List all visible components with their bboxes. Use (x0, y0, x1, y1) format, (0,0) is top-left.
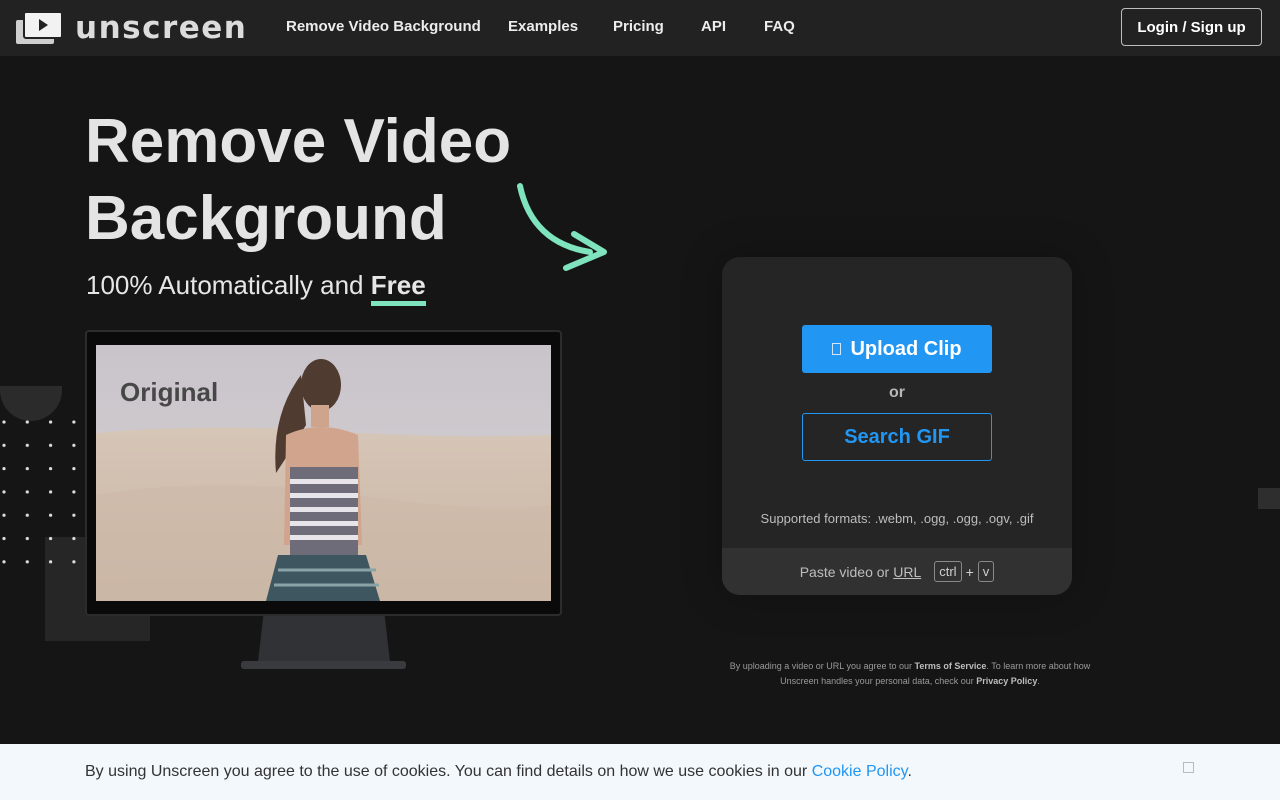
monitor-stand-base (241, 661, 406, 669)
upload-clip-label: Upload Clip (850, 337, 962, 360)
nav-remove-video-background[interactable]: Remove Video Background (286, 18, 481, 35)
key-v: v (977, 561, 995, 582)
hero-title-line-2: Background (85, 184, 447, 253)
privacy-policy-link[interactable]: Privacy Policy (976, 676, 1037, 686)
terms-of-service-link[interactable]: Terms of Service (915, 661, 987, 671)
cookie-text: By using Unscreen you agree to the use o… (85, 763, 912, 781)
paste-text: Paste video or (799, 563, 890, 580)
upload-card: Upload Clip or Search GIF Supported form… (722, 257, 1072, 595)
terms-text: By uploading a video or URL you agree to… (729, 661, 912, 671)
close-icon[interactable] (1183, 762, 1194, 773)
key-ctrl: ctrl (934, 561, 962, 582)
cookie-message: By using Unscreen you agree to the use o… (85, 763, 808, 780)
curved-arrow-icon (517, 183, 607, 271)
cookie-policy-link[interactable]: Cookie Policy (812, 763, 908, 780)
supported-formats-text: Supported formats: .webm, .ogg, .ogg, .o… (760, 511, 1034, 526)
terms-notice: By uploading a video or URL you agree to… (710, 659, 1110, 689)
unscreen-logo[interactable]: unscreen (16, 10, 248, 46)
nav-faq[interactable]: FAQ (764, 18, 795, 35)
terms-text-end: . (1037, 676, 1040, 686)
hero-subtitle: 100% Automatically and Free (86, 270, 426, 306)
cookie-banner: By using Unscreen you agree to the use o… (0, 744, 1280, 800)
decor-right-edge (1258, 488, 1280, 509)
logo-icon (16, 11, 63, 44)
hero-subtitle-free: Free (370, 270, 426, 306)
paste-bar: Paste video or URL ctrl + v (722, 548, 1072, 595)
search-gif-button[interactable]: Search GIF (802, 413, 992, 461)
upload-icon (832, 343, 842, 355)
nav-pricing[interactable]: Pricing (613, 18, 664, 35)
top-navbar: unscreen Remove Video Background Example… (0, 0, 1280, 56)
hero-title-line-1: Remove Video (85, 107, 512, 176)
paste-url-link[interactable]: URL (893, 564, 921, 580)
original-label: Original (120, 377, 219, 407)
decor-dot-grid (0, 414, 80, 564)
nav-examples[interactable]: Examples (508, 18, 578, 35)
monitor-stand (258, 616, 390, 662)
or-separator: or (889, 384, 905, 401)
key-plus: + (965, 563, 974, 580)
upload-clip-button[interactable]: Upload Clip (802, 325, 992, 373)
logo-text: unscreen (75, 10, 248, 46)
hero-subtitle-text: 100% Automatically and (86, 270, 364, 300)
monitor-preview: Original (85, 330, 562, 616)
login-signup-button[interactable]: Login / Sign up (1121, 8, 1262, 46)
nav-api[interactable]: API (701, 18, 726, 35)
video-preview: Original (96, 345, 551, 601)
hero-title: Remove Video Background (85, 103, 511, 257)
cookie-message-end: . (907, 763, 912, 780)
